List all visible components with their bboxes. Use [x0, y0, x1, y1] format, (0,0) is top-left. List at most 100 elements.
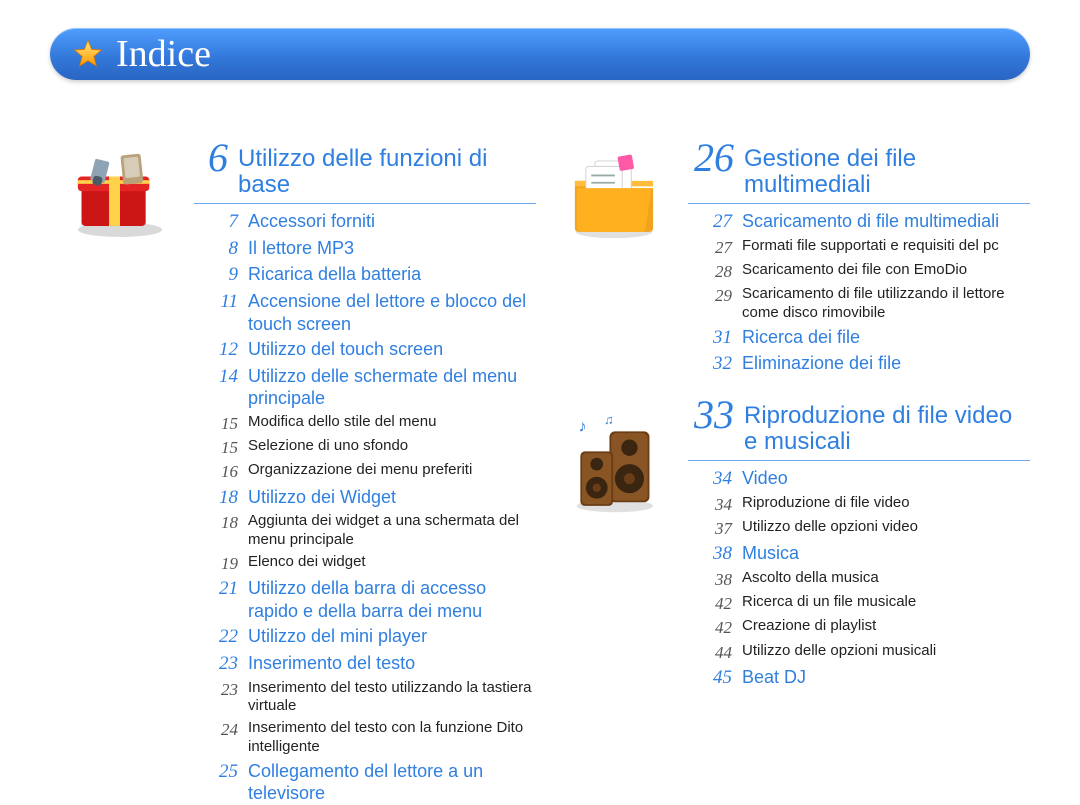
page-number: 37: [688, 518, 732, 539]
toc-entry[interactable]: 38 Musica: [688, 542, 1030, 566]
section-title: Utilizzo delle funzioni di base: [238, 140, 536, 199]
entry-title: Utilizzo del mini player: [248, 625, 536, 648]
entry-title: Utilizzo delle schermate del menu princi…: [248, 365, 536, 410]
entry-title: Formati file supportati e requisiti del …: [742, 237, 1030, 256]
entry-title: Modifica dello stile del menu: [248, 413, 536, 432]
page-number: 29: [688, 285, 732, 306]
page-number: 44: [688, 642, 732, 663]
toc-entry[interactable]: 9Ricarica della batteria: [194, 263, 536, 287]
toc-entry[interactable]: 21 Utilizzo della barra di accesso rapido…: [194, 577, 536, 622]
left-column-iconrail: [60, 140, 180, 742]
toc-entry[interactable]: 27Scaricamento di file multimediali: [688, 210, 1030, 234]
section-number: 33: [688, 397, 734, 433]
entry-title: Ricerca di un file musicale: [742, 593, 1030, 612]
toc-entry[interactable]: 23Inserimento del testo: [194, 652, 536, 676]
page-number: 42: [688, 617, 732, 638]
star-icon: [72, 38, 104, 70]
toc-entry: 29 Scaricamento di file utilizzando il le…: [688, 285, 1030, 323]
page-number: 15: [194, 437, 238, 458]
toc-entry[interactable]: 18Utilizzo dei Widget: [194, 486, 536, 510]
page-number: 38: [688, 542, 732, 566]
entry-title: Scaricamento di file utilizzando il lett…: [742, 285, 1030, 323]
toc-entry: 18Aggiunta dei widget a una schermata de…: [194, 512, 536, 550]
toc-entry[interactable]: 31Ricerca dei file: [688, 326, 1030, 350]
entry-title: Beat DJ: [742, 666, 1030, 689]
toc-entry: 34Riproduzione di file video: [688, 494, 1030, 515]
page-number: 18: [194, 486, 238, 510]
svg-text:♫: ♫: [604, 415, 614, 427]
page-number: 9: [194, 263, 238, 287]
page-number: 19: [194, 553, 238, 574]
toc-entry-list: 27Scaricamento di file multimediali27For…: [688, 210, 1030, 376]
toc-entry: 38Ascolto della musica: [688, 569, 1030, 590]
page-number: 45: [688, 666, 732, 690]
entry-title: Utilizzo della barra di accesso rapido e…: [248, 577, 536, 622]
page-number: 34: [688, 467, 732, 491]
section-heading[interactable]: 26Gestione dei file multimediali: [688, 140, 1030, 204]
right-column-content: 26Gestione dei file multimediali27Scaric…: [688, 140, 1030, 742]
toc-entry: 15 Selezione di uno sfondo: [194, 437, 536, 458]
page-number: 38: [688, 569, 732, 590]
entry-title: Utilizzo delle opzioni musicali: [742, 642, 1030, 661]
page-number: 22: [194, 625, 238, 649]
toc-entry: 28 Scaricamento dei file con EmoDio: [688, 261, 1030, 282]
toc-entry[interactable]: 12Utilizzo del touch screen: [194, 338, 536, 362]
page-number: 12: [194, 338, 238, 362]
section-heading[interactable]: 33 Riproduzione di file video e musicali: [688, 397, 1030, 461]
entry-title: Eliminazione dei file: [742, 352, 1030, 375]
page-number: 23: [194, 679, 238, 700]
page-number: 34: [688, 494, 732, 515]
speakers-icon: ♪ ♫: [554, 410, 674, 520]
toc-entry: 42Creazione di playlist: [688, 617, 1030, 638]
page-number: 7: [194, 210, 238, 234]
page-number: 18: [194, 512, 238, 533]
page-number: 14: [194, 365, 238, 389]
entry-title: Inserimento del testo con la funzione Di…: [248, 719, 536, 757]
page-number: 21: [194, 577, 238, 601]
page-number: 28: [688, 261, 732, 282]
entry-title: Organizzazione dei menu preferiti: [248, 461, 536, 480]
svg-text:♪: ♪: [579, 417, 587, 435]
toc-entry-list: 7Accessori forniti 8Il lettore MP39Ricari…: [194, 210, 536, 805]
toc-entry: 15 Modifica dello stile del menu: [194, 413, 536, 434]
toc-entry[interactable]: 22 Utilizzo del mini player: [194, 625, 536, 649]
toc-entry[interactable]: 34 Video: [688, 467, 1030, 491]
toc-entry: 44 Utilizzo delle opzioni musicali: [688, 642, 1030, 663]
left-column: 6 Utilizzo delle funzioni di base 7Acces…: [60, 140, 536, 742]
gift-box-icon: [60, 140, 180, 250]
section-title: Gestione dei file multimediali: [744, 140, 1030, 199]
entry-title: Inserimento del testo utilizzando la tas…: [248, 679, 536, 717]
title-bar: Indice: [50, 28, 1030, 80]
page-title: Indice: [116, 35, 211, 73]
entry-title: Ricerca dei file: [742, 326, 1030, 349]
toc-entry: 23 Inserimento del testo utilizzando la t…: [194, 679, 536, 717]
toc-entry[interactable]: 7Accessori forniti: [194, 210, 536, 234]
toc-entry[interactable]: 11Accensione del lettore e blocco del to…: [194, 290, 536, 335]
entry-title: Scaricamento di file multimediali: [742, 210, 1030, 233]
entry-title: Inserimento del testo: [248, 652, 536, 675]
page-number: 15: [194, 413, 238, 434]
entry-title: Collegamento del lettore a un televisore: [248, 760, 536, 805]
entry-title: Elenco dei widget: [248, 553, 536, 572]
toc-entry[interactable]: 25Collegamento del lettore a un televiso…: [194, 760, 536, 805]
entry-title: Selezione di uno sfondo: [248, 437, 536, 456]
page-number: 24: [194, 719, 238, 740]
entry-title: Musica: [742, 542, 1030, 565]
entry-title: Il lettore MP3: [248, 237, 536, 260]
right-column: ♪ ♫ 26Gestione dei file m: [554, 140, 1030, 742]
toc-entry[interactable]: 32 Eliminazione dei file: [688, 352, 1030, 376]
page-number: 32: [688, 352, 732, 376]
toc-entry[interactable]: 8Il lettore MP3: [194, 237, 536, 261]
section-number: 6: [194, 140, 228, 176]
section-heading[interactable]: 6 Utilizzo delle funzioni di base: [194, 140, 536, 204]
left-column-content: 6 Utilizzo delle funzioni di base 7Acces…: [194, 140, 536, 742]
toc-entry: 42Ricerca di un file musicale: [688, 593, 1030, 614]
entry-title: Scaricamento dei file con EmoDio: [742, 261, 1030, 280]
section-spacer: [688, 379, 1030, 397]
entry-title: Accensione del lettore e blocco del touc…: [248, 290, 536, 335]
toc-entry: 24 Inserimento del testo con la funzione …: [194, 719, 536, 757]
toc-entry[interactable]: 14 Utilizzo delle schermate del menu prin…: [194, 365, 536, 410]
toc-entry[interactable]: 45 Beat DJ: [688, 666, 1030, 690]
entry-title: Video: [742, 467, 1030, 490]
section-title: Riproduzione di file video e musicali: [744, 397, 1030, 456]
